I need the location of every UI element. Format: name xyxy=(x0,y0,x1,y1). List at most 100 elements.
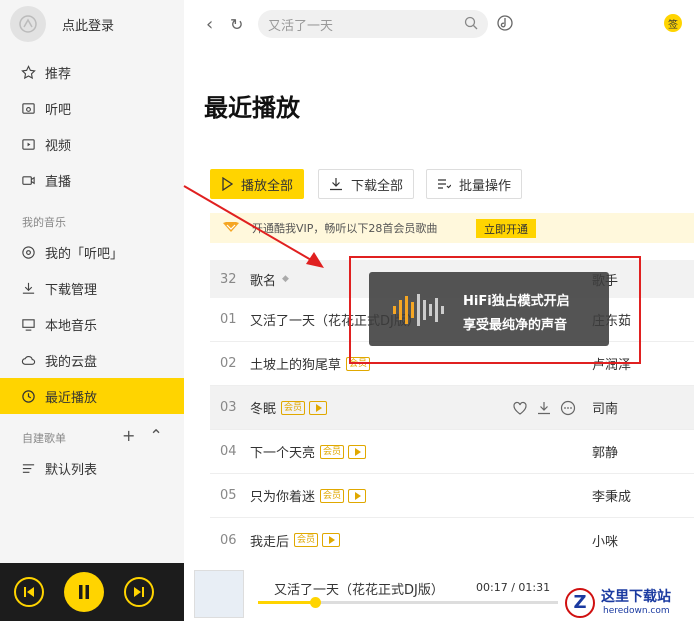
mv-icon[interactable] xyxy=(348,488,367,503)
sidebar-item-label: 我的「听吧」 xyxy=(45,246,124,262)
sidebar-item-label: 本地音乐 xyxy=(45,318,98,334)
song-cell[interactable]: 我走后 会员 xyxy=(250,531,341,550)
sidebar-item-tingba[interactable]: 听吧 xyxy=(0,90,184,126)
clock-icon xyxy=(20,388,36,404)
star-icon xyxy=(20,64,36,80)
row-number: 06 xyxy=(220,532,237,548)
music-recognition-icon[interactable] xyxy=(496,14,514,32)
search-icon[interactable] xyxy=(464,16,478,30)
next-button[interactable] xyxy=(124,577,154,607)
add-icon[interactable]: + xyxy=(122,428,135,444)
song-cell[interactable]: 下一个天亮 会员 xyxy=(250,442,367,461)
search-value: 又活了一天 xyxy=(268,18,334,34)
site-name: 这里下载站 xyxy=(601,589,671,605)
site-url: heredown.com xyxy=(603,606,670,616)
table-row[interactable]: 06 我走后 会员 小咪 xyxy=(210,518,694,562)
vip-tag: 会员 xyxy=(281,400,306,415)
refresh-icon[interactable]: ↻ xyxy=(230,15,243,34)
artist-name[interactable]: 司南 xyxy=(592,398,618,417)
row-number: 02 xyxy=(220,356,237,371)
previous-button[interactable] xyxy=(14,577,44,607)
page-title: 最近播放 xyxy=(204,94,300,122)
row-number: 04 xyxy=(220,444,237,459)
playlist-section-label: 自建歌单 xyxy=(22,432,66,445)
login-label[interactable]: 点此登录 xyxy=(62,15,114,34)
artist-name[interactable]: 小咪 xyxy=(592,531,618,550)
radio-icon xyxy=(20,100,36,116)
sidebar-item-label: 我的云盘 xyxy=(45,354,98,370)
heart-icon[interactable] xyxy=(512,400,528,416)
sidebar-item-recommend[interactable]: 推荐 xyxy=(0,54,184,90)
row-actions xyxy=(512,400,576,416)
song-title: 土坡上的狗尾草 xyxy=(250,358,342,373)
artist-name[interactable]: 李秉成 xyxy=(592,486,631,505)
sidebar-item-cloud[interactable]: 我的云盘 xyxy=(0,342,184,378)
vip-open-button[interactable]: 立即开通 xyxy=(476,219,536,238)
download-all-label: 下载全部 xyxy=(351,178,404,194)
sidebar-item-label: 推荐 xyxy=(45,66,72,82)
sidebar-item-my-tingba[interactable]: 我的「听吧」 xyxy=(0,234,184,270)
video-icon xyxy=(20,136,36,152)
download-icon[interactable] xyxy=(536,400,552,416)
headphone-icon xyxy=(20,244,36,260)
total-time: 01:31 xyxy=(518,581,551,594)
monitor-icon xyxy=(20,316,36,332)
my-music-label: 我的音乐 xyxy=(22,216,66,229)
sidebar-item-live[interactable]: 直播 xyxy=(0,162,184,198)
song-cell[interactable]: 冬眠 会员 xyxy=(250,398,328,417)
cloud-icon xyxy=(20,352,36,368)
mv-icon[interactable] xyxy=(322,533,341,547)
playback-time: 00:17 / 01:31 xyxy=(476,581,551,594)
login-area[interactable]: 点此登录 xyxy=(10,6,114,42)
sidebar-item-label: 下载管理 xyxy=(45,282,98,298)
sidebar-item-video[interactable]: 视频 xyxy=(0,126,184,162)
song-title: 我走后 xyxy=(250,534,290,550)
row-number: 01 xyxy=(220,312,237,327)
chevron-up-icon[interactable]: ⌃ xyxy=(149,428,162,444)
elapsed-time: 00:17 xyxy=(476,581,508,594)
mv-icon[interactable] xyxy=(348,444,367,459)
sidebar-item-recent[interactable]: 最近播放 xyxy=(0,378,184,414)
pause-icon xyxy=(79,585,89,599)
next-icon xyxy=(134,587,144,597)
user-icon xyxy=(19,15,37,33)
avatar[interactable] xyxy=(10,6,46,42)
annotation-box xyxy=(349,256,641,364)
sidebar-item-downloads[interactable]: 下载管理 xyxy=(0,270,184,306)
batch-operation-label: 批量操作 xyxy=(459,178,512,194)
song-title: 冬眠 xyxy=(250,402,277,417)
sidebar-item-default-list[interactable]: 默认列表 xyxy=(0,450,184,486)
vip-tag: 会员 xyxy=(320,488,345,503)
song-title: 下一个天亮 xyxy=(250,446,316,461)
mv-icon[interactable] xyxy=(309,400,328,415)
song-cell[interactable]: 只为你着迷 会员 xyxy=(250,486,367,505)
now-playing-title[interactable]: 又活了一天（花花正式DJ版） xyxy=(274,579,436,598)
progress-bar[interactable] xyxy=(258,597,558,608)
player-controls xyxy=(0,563,184,621)
table-row[interactable]: 04 下一个天亮 会员 郭静 xyxy=(210,430,694,474)
progress-knob[interactable] xyxy=(310,597,321,608)
download-icon xyxy=(20,280,36,296)
batch-operation-button[interactable]: 批量操作 xyxy=(426,169,523,199)
playlist-tools: + ⌃ xyxy=(122,428,163,444)
sidebar: 点此登录 推荐 听吧 视频 直播 我的音乐 我的「听吧」 下载管理 本地音乐 我… xyxy=(0,0,184,563)
table-row[interactable]: 05 只为你着迷 会员 李秉成 xyxy=(210,474,694,518)
sidebar-item-local-music[interactable]: 本地音乐 xyxy=(0,306,184,342)
more-icon[interactable] xyxy=(560,400,576,416)
table-row[interactable]: 03 冬眠 会员 司南 xyxy=(210,386,694,430)
sidebar-item-label: 视频 xyxy=(45,138,72,154)
row-number: 05 xyxy=(220,488,237,503)
sign-in-badge[interactable]: 签 xyxy=(664,14,682,32)
sidebar-item-label: 默认列表 xyxy=(45,462,98,478)
site-watermark: Z 这里下载站 heredown.com xyxy=(561,584,694,621)
sidebar-item-label: 最近播放 xyxy=(45,390,98,406)
sidebar-item-label: 听吧 xyxy=(45,102,72,118)
album-cover[interactable] xyxy=(194,570,244,618)
pause-button[interactable] xyxy=(64,572,104,612)
artist-name[interactable]: 郭静 xyxy=(592,442,618,461)
song-title: 只为你着迷 xyxy=(250,490,316,505)
previous-icon xyxy=(24,587,34,597)
search-input[interactable]: 又活了一天 xyxy=(258,10,488,38)
back-icon[interactable]: ‹ xyxy=(206,14,213,35)
vip-tag: 会员 xyxy=(294,533,319,547)
